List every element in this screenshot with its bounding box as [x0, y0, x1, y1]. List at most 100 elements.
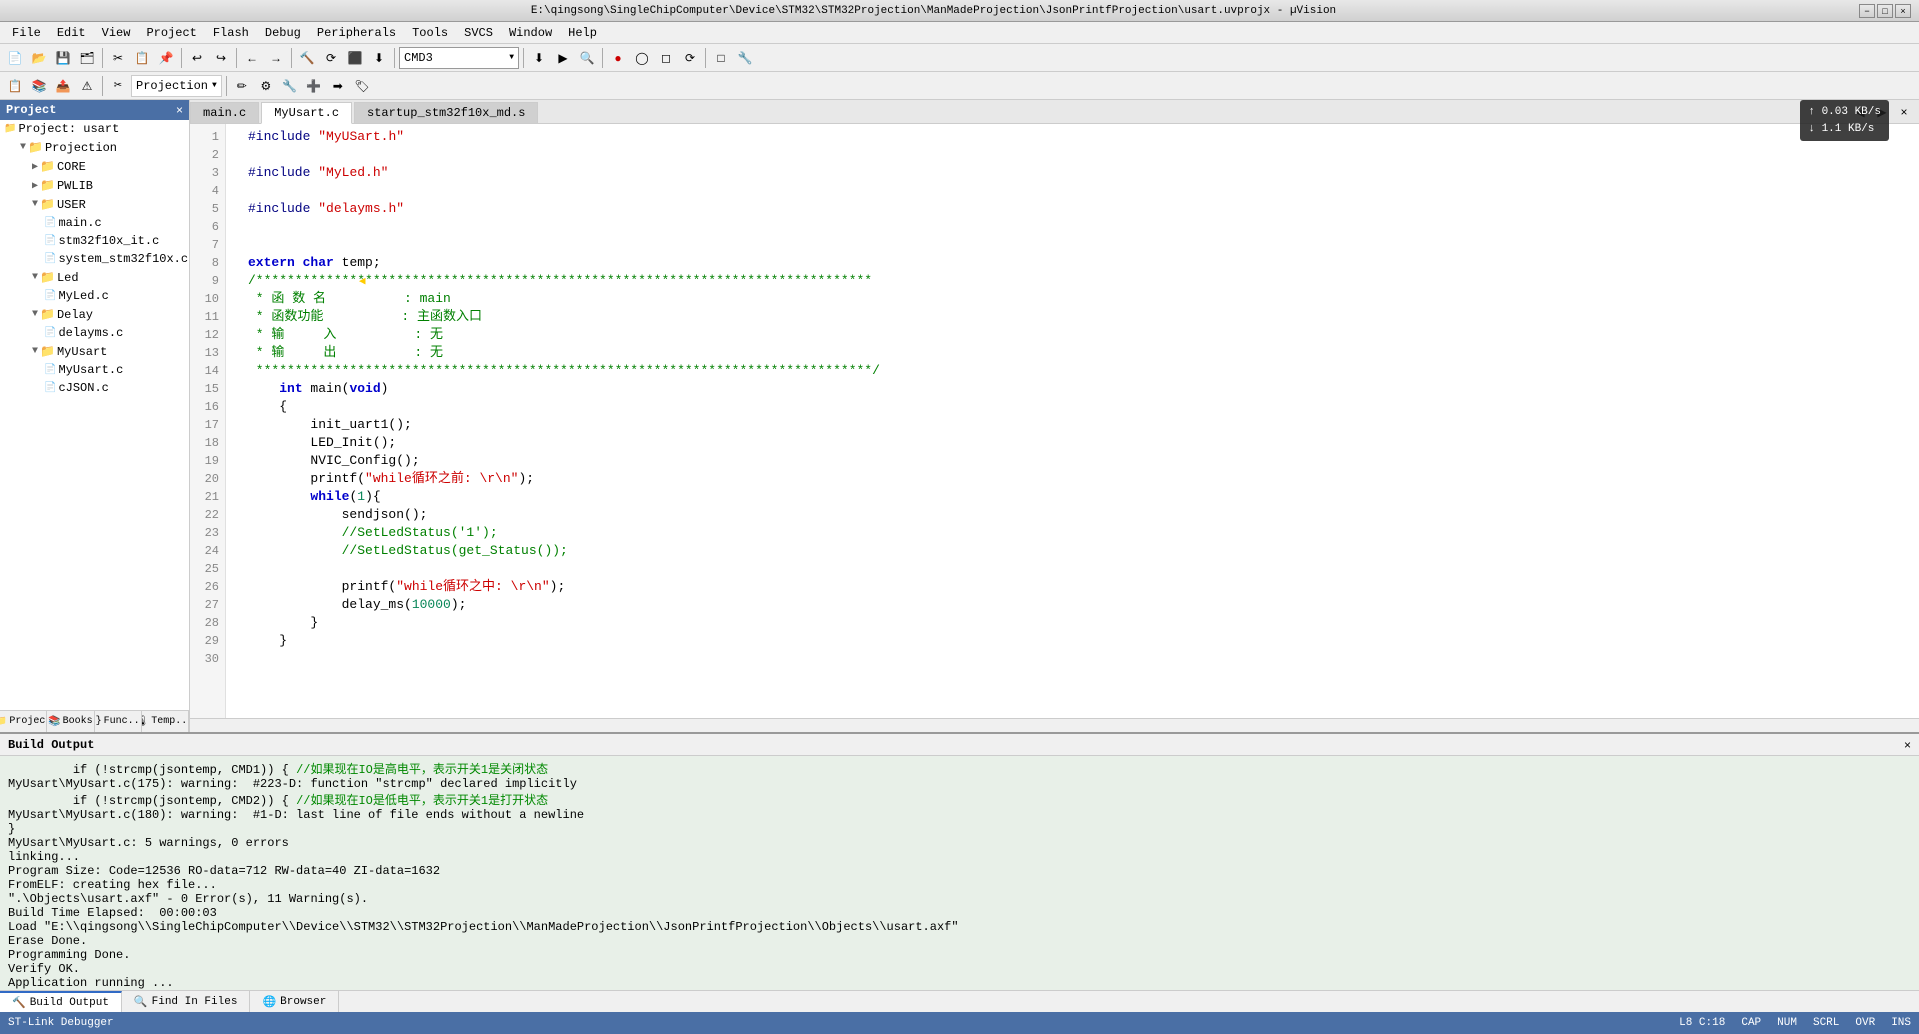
tree-delayms-c[interactable]: 📄 delayms.c — [0, 324, 189, 342]
code-line-9[interactable]: ◀ /*************************************… — [234, 272, 1919, 290]
stop-button[interactable]: ◯ — [631, 47, 653, 69]
code-line-5[interactable]: #include "delayms.h" — [234, 200, 1919, 218]
menu-file[interactable]: File — [4, 24, 49, 42]
display-btn[interactable]: □ — [710, 47, 732, 69]
maximize-button[interactable]: □ — [1877, 4, 1893, 18]
code-line-11[interactable]: * 函数功能 : 主函数入口 — [234, 308, 1919, 326]
new-file-button[interactable]: 📄 — [4, 47, 26, 69]
code-line-29[interactable]: } — [234, 632, 1919, 650]
tree-led[interactable]: ▼ 📁 Led — [0, 268, 189, 287]
sidebar-tab-project[interactable]: 📁 Project — [0, 711, 47, 732]
open-button[interactable]: 📂 — [28, 47, 50, 69]
code-line-8[interactable]: extern char temp; — [234, 254, 1919, 272]
step-button[interactable]: ◻ — [655, 47, 677, 69]
tab-myusart-c[interactable]: MyUsart.c — [261, 102, 352, 124]
menu-view[interactable]: View — [94, 24, 139, 42]
components-button[interactable]: 🔧 — [279, 75, 301, 97]
output-tab-find[interactable]: 🔍 Find In Files — [122, 991, 251, 1012]
menu-svcs[interactable]: SVCS — [456, 24, 501, 42]
remove-button[interactable]: ➡ — [327, 75, 349, 97]
code-line-10[interactable]: * 函 数 名 : main — [234, 290, 1919, 308]
code-line-27[interactable]: delay_ms(10000); — [234, 596, 1919, 614]
tree-user[interactable]: ▼ 📁 USER — [0, 195, 189, 214]
code-line-17[interactable]: init_uart1(); — [234, 416, 1919, 434]
build-output-close-button[interactable]: × — [1904, 738, 1911, 752]
menu-window[interactable]: Window — [501, 24, 560, 42]
sidebar-tab-books[interactable]: 📚 Books — [47, 711, 94, 732]
project-window-button[interactable]: 📋 — [4, 75, 26, 97]
code-line-22[interactable]: sendjson(); — [234, 506, 1919, 524]
download2-button[interactable]: ⬇ — [528, 47, 550, 69]
code-line-24[interactable]: //SetLedStatus(get_Status()); — [234, 542, 1919, 560]
code-line-12[interactable]: * 输 入 : 无 — [234, 326, 1919, 344]
code-line-3[interactable]: #include "MyLed.h" — [234, 164, 1919, 182]
code-line-7[interactable] — [234, 236, 1919, 254]
tree-myusart[interactable]: ▼ 📁 MyUsart — [0, 342, 189, 361]
tab-close-button[interactable]: × — [1893, 101, 1915, 123]
tree-cjson-c[interactable]: 📄 cJSON.c — [0, 379, 189, 397]
menu-edit[interactable]: Edit — [49, 24, 94, 42]
menu-project[interactable]: Project — [138, 24, 204, 42]
tree-myled-c[interactable]: 📄 MyLed.c — [0, 287, 189, 305]
output-tab-build[interactable]: 🔨 Build Output — [0, 991, 122, 1012]
code-line-1[interactable]: #include "MyUSart.h" — [234, 128, 1919, 146]
code-line-2[interactable] — [234, 146, 1919, 164]
menu-peripherals[interactable]: Peripherals — [309, 24, 404, 42]
save-button[interactable]: 💾 — [52, 47, 74, 69]
code-line-19[interactable]: NVIC_Config(); — [234, 452, 1919, 470]
undo-button[interactable]: ↩ — [186, 47, 208, 69]
save-all-button[interactable]: 🗂 — [76, 47, 98, 69]
cut-button[interactable]: ✂ — [107, 47, 129, 69]
menu-help[interactable]: Help — [560, 24, 605, 42]
tree-projection[interactable]: ▼ 📁 Projection — [0, 138, 189, 157]
code-line-14[interactable]: ****************************************… — [234, 362, 1919, 380]
merge-button[interactable]: 🏷 — [351, 75, 373, 97]
build-output-content[interactable]: if (!strcmp(jsontemp, CMD1)) { //如果现在IO是… — [0, 756, 1919, 990]
minimize-button[interactable]: − — [1859, 4, 1875, 18]
cmd-dropdown[interactable]: CMD3 ▼ — [399, 47, 519, 69]
output-window-button[interactable]: 📤 — [52, 75, 74, 97]
tree-main-c[interactable]: 📄 main.c — [0, 214, 189, 232]
tree-pwlib[interactable]: ▶ 📁 PWLIB — [0, 176, 189, 195]
code-line-15[interactable]: int main(void) — [234, 380, 1919, 398]
code-content[interactable]: #include "MyUSart.h" #include "MyLed.h" — [226, 124, 1919, 718]
tree-myusart-c[interactable]: 📄 MyUsart.c — [0, 361, 189, 379]
code-line-30[interactable] — [234, 650, 1919, 668]
manage-button[interactable]: ✏ — [231, 75, 253, 97]
reset-button[interactable]: ⟳ — [679, 47, 701, 69]
tab-startup[interactable]: startup_stm32f10x_md.s — [354, 102, 538, 123]
books-button[interactable]: 📚 — [28, 75, 50, 97]
tool-btn[interactable]: 🔧 — [734, 47, 756, 69]
paste-button[interactable]: 📌 — [155, 47, 177, 69]
code-line-21[interactable]: while(1){ — [234, 488, 1919, 506]
output-tab-browser[interactable]: 🌐 Browser — [250, 991, 339, 1012]
code-line-16[interactable]: { — [234, 398, 1919, 416]
settings-button[interactable]: ⚙ — [255, 75, 277, 97]
menu-tools[interactable]: Tools — [404, 24, 456, 42]
build-button[interactable]: 🔨 — [296, 47, 318, 69]
redo-button[interactable]: ↪ — [210, 47, 232, 69]
sidebar-close-button[interactable]: × — [176, 103, 183, 117]
back-button[interactable]: ← — [241, 47, 263, 69]
editor-hscroll[interactable] — [190, 718, 1919, 732]
error-button[interactable]: ⚠ — [76, 75, 98, 97]
start-debug-button[interactable]: ▶ — [552, 47, 574, 69]
tab-main-c[interactable]: main.c — [190, 102, 259, 123]
tree-delay[interactable]: ▼ 📁 Delay — [0, 305, 189, 324]
tree-core[interactable]: ▶ 📁 CORE — [0, 157, 189, 176]
stop-build-button[interactable]: ⬛ — [344, 47, 366, 69]
tree-project-root[interactable]: 📁 Project: usart — [0, 120, 189, 138]
tree-stm32-it[interactable]: 📄 stm32f10x_it.c — [0, 232, 189, 250]
code-line-6[interactable] — [234, 218, 1919, 236]
code-line-4[interactable] — [234, 182, 1919, 200]
forward-button[interactable]: → — [265, 47, 287, 69]
code-line-28[interactable]: } — [234, 614, 1919, 632]
copy-button[interactable]: 📋 — [131, 47, 153, 69]
run-button[interactable]: ● — [607, 47, 629, 69]
code-line-23[interactable]: //SetLedStatus('1'); — [234, 524, 1919, 542]
code-line-20[interactable]: printf("while循环之前: \r\n"); — [234, 470, 1919, 488]
rebuild-button[interactable]: ⟳ — [320, 47, 342, 69]
tree-system-stm32[interactable]: 📄 system_stm32f10x.c — [0, 250, 189, 268]
zoom-button[interactable]: 🔍 — [576, 47, 598, 69]
proj-btn2[interactable]: ✂ — [107, 75, 129, 97]
